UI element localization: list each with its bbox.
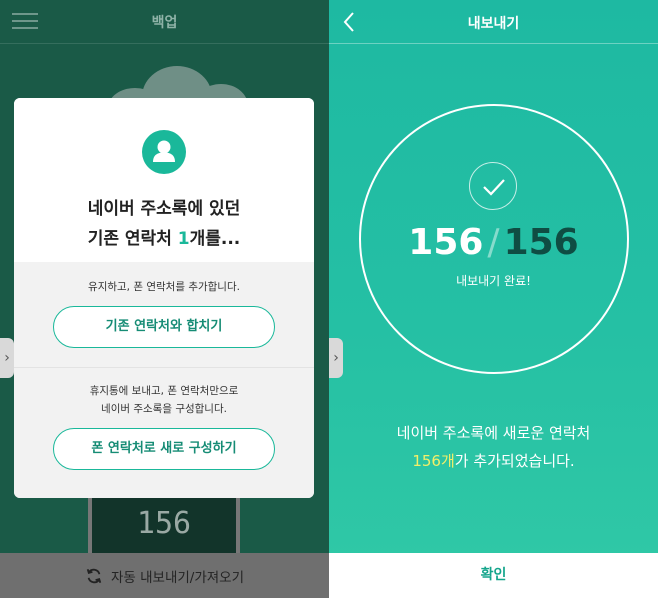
title-suffix: 개를... xyxy=(189,229,241,249)
person-icon xyxy=(142,130,186,174)
option-replace-section: 휴지통에 보내고, 폰 연락처만으로 네이버 주소록을 구성합니다. 폰 연락처… xyxy=(14,368,314,498)
option-replace-description-line1: 휴지통에 보내고, 폰 연락처만으로 xyxy=(89,385,239,397)
backup-screen: 백업 156 › 네이버 주소록에 있던 기존 연락처 1개를... 유지하고,… xyxy=(0,0,329,598)
added-count: 156개 xyxy=(412,452,455,470)
merge-contacts-button[interactable]: 기존 연락처와 합치기 xyxy=(53,306,275,348)
title-prefix: 기존 연락처 xyxy=(87,229,178,249)
result-message-rest: 가 추가되었습니다. xyxy=(454,452,575,470)
count-separator: / xyxy=(487,222,500,263)
result-message-line2: 156개가 추가되었습니다. xyxy=(329,450,658,471)
dialog-title-line1: 네이버 주소록에 있던 xyxy=(87,199,241,219)
existing-contact-count: 1 xyxy=(177,229,190,249)
backup-header: 백업 xyxy=(0,0,329,44)
exported-count: 156 xyxy=(408,222,484,263)
contact-counter-display: 156 xyxy=(88,492,240,554)
dialog-title-line2: 기존 연락처 1개를... xyxy=(14,224,314,249)
page-title: 내보내기 xyxy=(467,16,520,32)
option-replace-description-line2: 네이버 주소록을 구성합니다. xyxy=(101,403,227,415)
auto-export-import-label: 자동 내보내기/가져오기 xyxy=(110,569,245,586)
total-count: 156 xyxy=(503,222,579,263)
auto-export-import-button[interactable]: 자동 내보내기/가져오기 xyxy=(0,553,329,598)
export-count: 156/156 xyxy=(329,222,658,263)
export-status: 내보내기 완료! xyxy=(456,274,531,288)
replace-with-phone-contacts-button[interactable]: 폰 연락처로 새로 구성하기 xyxy=(53,428,275,470)
export-header: 내보내기 xyxy=(329,0,658,44)
refresh-icon xyxy=(86,568,102,583)
option-merge-section: 유지하고, 폰 연락처를 추가합니다. 기존 연락처와 합치기 xyxy=(14,262,314,368)
side-arrow-button[interactable]: › xyxy=(329,338,343,378)
counter-value: 156 xyxy=(136,506,192,541)
dialog-header: 네이버 주소록에 있던 기존 연락처 1개를... xyxy=(14,98,314,262)
confirm-button[interactable]: 확인 xyxy=(329,553,658,598)
option-merge-description: 유지하고, 폰 연락처를 추가합니다. xyxy=(88,281,240,293)
check-icon xyxy=(469,162,517,210)
result-message-line1: 네이버 주소록에 새로운 연락처 xyxy=(396,424,591,442)
export-screen: 내보내기 › 156/156 내보내기 완료! 네이버 주소록에 새로운 연락처… xyxy=(329,0,658,598)
page-title: 백업 xyxy=(151,15,178,31)
merge-options-dialog: 네이버 주소록에 있던 기존 연락처 1개를... 유지하고, 폰 연락처를 추… xyxy=(14,98,314,498)
side-arrow-button[interactable]: › xyxy=(0,338,14,378)
